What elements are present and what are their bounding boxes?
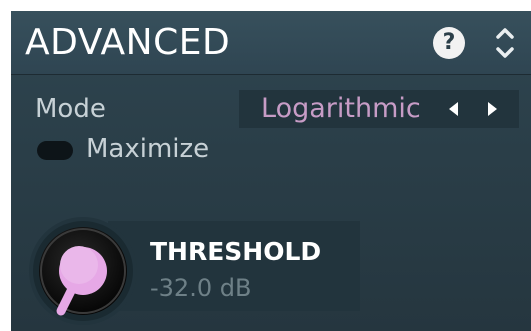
maximize-label: Maximize (86, 134, 210, 164)
arrow-left-icon[interactable] (445, 100, 463, 118)
threshold-knob[interactable] (27, 215, 139, 327)
section-header: ADVANCED ? (11, 11, 531, 75)
section-title: ADVANCED (25, 22, 231, 63)
threshold-value[interactable]: -32.0 dB (150, 273, 251, 303)
mode-selector[interactable]: Logarithmic (239, 90, 519, 128)
help-glyph: ? (442, 30, 456, 55)
maximize-toggle[interactable] (37, 141, 73, 160)
advanced-panel: ADVANCED ? Mode Logarithmic Maximize THR… (11, 11, 531, 331)
arrow-right-icon[interactable] (483, 100, 501, 118)
mode-label: Mode (35, 94, 106, 124)
threshold-display: THRESHOLD -32.0 dB (108, 221, 360, 311)
threshold-label: THRESHOLD (150, 237, 322, 266)
expand-collapse-icon[interactable] (489, 23, 521, 63)
mode-value[interactable]: Logarithmic (261, 93, 421, 125)
question-mark-icon[interactable]: ? (433, 27, 465, 59)
